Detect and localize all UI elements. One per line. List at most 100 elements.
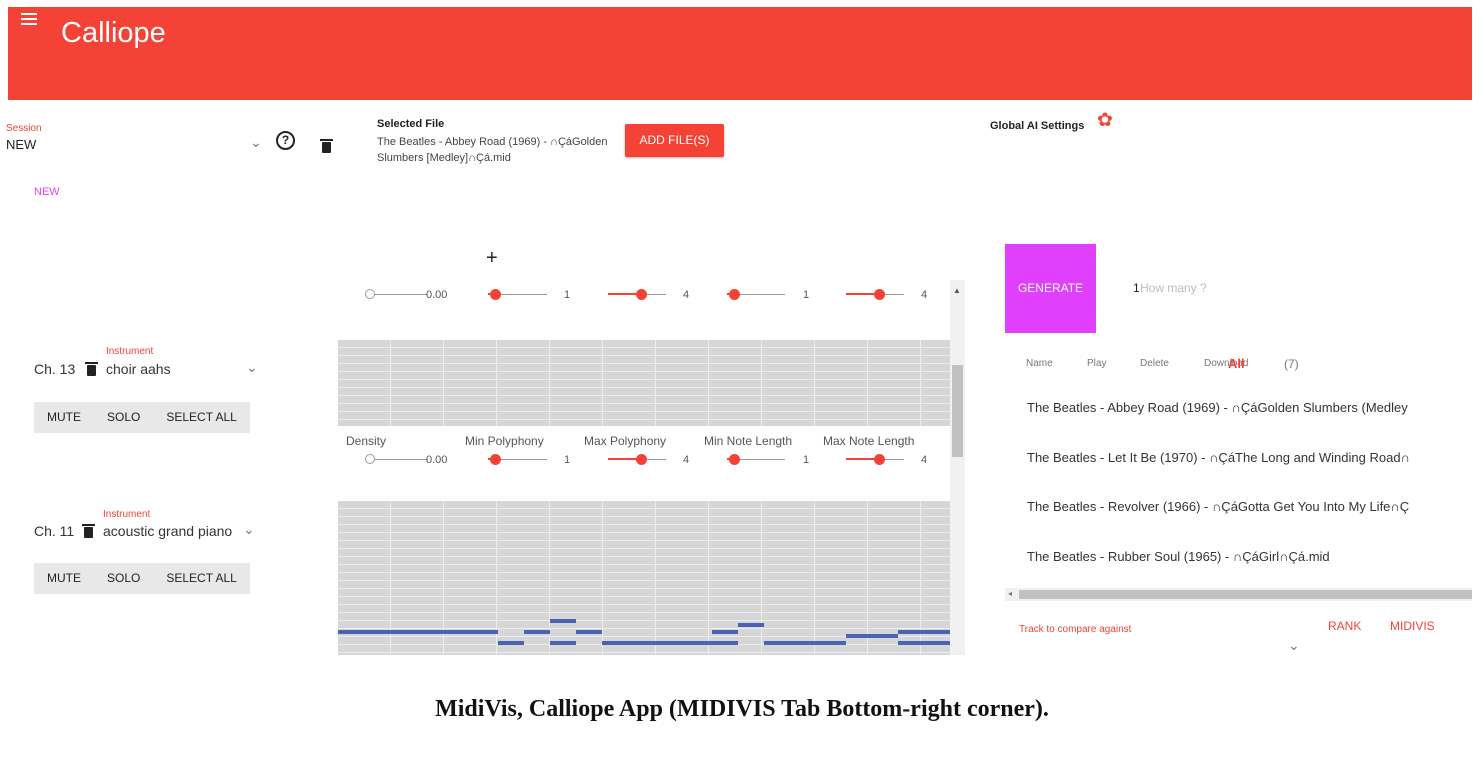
midi-note[interactable] (498, 641, 524, 645)
file-count: (7) (1284, 357, 1299, 371)
midi-note[interactable] (550, 619, 576, 623)
min-polyphony-slider[interactable] (490, 454, 501, 465)
figure-caption: MidiVis, Calliope App (MIDIVIS Tab Botto… (435, 696, 1049, 722)
session-label: Session (6, 123, 42, 134)
chevron-down-icon[interactable]: ⌄ (250, 134, 262, 151)
selected-file-label: Selected File (377, 118, 445, 130)
editor-scrollbar[interactable]: ▲ (950, 280, 965, 655)
channel-controls: MUTE SOLO SELECT ALL (34, 563, 250, 594)
max-note-length-slider[interactable] (874, 289, 885, 300)
solo-button[interactable]: SOLO (94, 563, 153, 594)
file-row[interactable]: The Beatles - Let It Be (1970) - ∩ÇáThe … (1027, 450, 1410, 465)
scrollbar-thumb[interactable] (952, 365, 963, 457)
density-slider[interactable] (365, 289, 375, 299)
density-slider[interactable] (365, 454, 375, 464)
generated-file-list: The Beatles - Abbey Road (1969) - ∩ÇáGol… (1005, 390, 1472, 590)
add-files-button[interactable]: ADD FILE(S) (625, 124, 724, 157)
column-header-name: Name (1026, 358, 1053, 369)
mute-button[interactable]: MUTE (34, 563, 94, 594)
trash-icon[interactable] (82, 524, 95, 543)
max-note-length-value: 4 (921, 454, 928, 466)
scroll-up-arrow-icon[interactable]: ▲ (953, 286, 961, 295)
trash-icon[interactable] (320, 139, 333, 158)
channel-label: Ch. 11 (34, 523, 75, 539)
how-many-value: 1 (1133, 281, 1140, 295)
midi-note[interactable] (846, 634, 898, 638)
min-polyphony-value: 1 (564, 289, 571, 301)
instrument-select[interactable]: choir aahs (106, 361, 171, 377)
app-title: Calliope (61, 17, 166, 49)
menu-icon[interactable] (21, 13, 37, 27)
mute-button[interactable]: MUTE (34, 402, 94, 433)
scroll-left-arrow-icon[interactable]: ◂ (1008, 589, 1012, 598)
density-value: 0.00 (426, 289, 448, 301)
max-polyphony-slider[interactable] (636, 289, 647, 300)
density-track (370, 294, 428, 295)
midi-note[interactable] (576, 630, 602, 634)
file-row[interactable]: The Beatles - Revolver (1966) - ∩ÇáGotta… (1027, 499, 1409, 514)
trash-icon[interactable] (85, 362, 98, 381)
plus-icon[interactable]: + (486, 247, 498, 270)
min-polyphony-track (495, 459, 547, 460)
min-note-length-slider[interactable] (729, 454, 740, 465)
density-label: Density (346, 434, 387, 448)
midi-note[interactable] (898, 641, 950, 645)
channel-label: Ch. 13 (34, 361, 76, 377)
solo-button[interactable]: SOLO (94, 402, 153, 433)
midi-note[interactable] (898, 630, 950, 634)
min-note-length-track (733, 294, 785, 295)
min-polyphony-track (495, 294, 547, 295)
column-header-delete: Delete (1140, 358, 1169, 369)
midi-note[interactable] (524, 630, 550, 634)
compare-track-label: Track to compare against (1019, 624, 1132, 635)
min-note-length-label: Min Note Length (704, 434, 793, 448)
track-editor: 0.00 1 4 1 4 Density Min Polyphony Max P… (338, 280, 965, 655)
chevron-down-icon[interactable]: ⌄ (1288, 637, 1300, 654)
file-row[interactable]: The Beatles - Rubber Soul (1965) - ∩ÇáGi… (1027, 549, 1330, 564)
midi-note[interactable] (550, 641, 576, 645)
min-note-length-value: 1 (803, 454, 810, 466)
session-select[interactable]: NEW (6, 137, 36, 152)
file-row[interactable]: The Beatles - Abbey Road (1969) - ∩ÇáGol… (1027, 400, 1408, 415)
midi-note[interactable] (712, 630, 738, 634)
help-circle-icon[interactable]: ? (276, 131, 295, 150)
piano-roll[interactable] (338, 340, 950, 426)
midi-note[interactable] (338, 630, 498, 634)
max-note-length-label: Max Note Length (823, 434, 915, 448)
instrument-label: Instrument (103, 509, 151, 520)
max-polyphony-slider[interactable] (636, 454, 647, 465)
gear-icon[interactable]: ✿ (1097, 109, 1113, 132)
max-polyphony-value: 4 (683, 454, 690, 466)
chevron-down-icon[interactable]: ⌄ (246, 359, 258, 376)
global-ai-settings-label: Global AI Settings (990, 120, 1085, 132)
min-polyphony-label: Min Polyphony (465, 434, 544, 448)
channel-controls: MUTE SOLO SELECT ALL (34, 402, 250, 433)
how-many-input[interactable]: How many ? (1140, 281, 1207, 295)
midi-note[interactable] (738, 623, 764, 627)
midi-note[interactable] (764, 641, 846, 645)
download-all-link[interactable]: All (1228, 356, 1245, 371)
max-note-length-value: 4 (921, 289, 928, 301)
midivis-tab[interactable]: MIDIVIS (1390, 619, 1435, 633)
instrument-select[interactable]: acoustic grand piano (103, 523, 232, 539)
max-polyphony-label: Max Polyphony (584, 434, 667, 448)
generate-button[interactable]: GENERATE (1005, 244, 1096, 333)
min-polyphony-slider[interactable] (490, 289, 501, 300)
file-list-scrollbar[interactable]: ◂ (1005, 588, 1472, 601)
chevron-down-icon[interactable]: ⌄ (243, 521, 255, 538)
min-polyphony-value: 1 (564, 454, 571, 466)
min-note-length-track (733, 459, 785, 460)
select-all-button[interactable]: SELECT ALL (153, 563, 250, 594)
max-note-length-slider[interactable] (874, 454, 885, 465)
max-polyphony-value: 4 (683, 289, 690, 301)
min-note-length-slider[interactable] (729, 289, 740, 300)
session-new-tag[interactable]: NEW (34, 186, 60, 198)
midi-note[interactable] (712, 641, 738, 645)
select-all-button[interactable]: SELECT ALL (153, 402, 250, 433)
midi-note[interactable] (602, 641, 712, 645)
column-header-play: Play (1087, 358, 1107, 369)
scrollbar-thumb[interactable] (1019, 590, 1472, 599)
piano-roll[interactable] (338, 501, 950, 655)
min-note-length-value: 1 (803, 289, 810, 301)
rank-tab[interactable]: RANK (1328, 619, 1361, 633)
